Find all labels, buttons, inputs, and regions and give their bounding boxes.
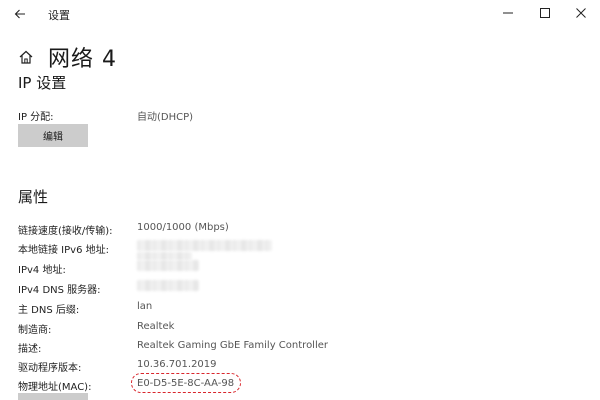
- close-icon: [576, 8, 586, 18]
- mac-address-highlight: [131, 373, 241, 393]
- settings-window: 设置 网络 4 IP 设置 IP 分配: 自动(DHCP) 编辑 属性 链接速度…: [0, 0, 600, 400]
- maximize-icon: [540, 8, 550, 18]
- ipv4-dns-redacted: [137, 280, 199, 291]
- ipv6-address-label: 本地链接 IPv6 地址:: [18, 245, 109, 256]
- close-button[interactable]: [567, 1, 595, 25]
- window-title: 设置: [48, 9, 70, 22]
- edit-button[interactable]: 编辑: [18, 124, 88, 147]
- link-speed-label: 链接速度(接收/传输):: [18, 226, 113, 237]
- title-bar: 设置: [0, 0, 600, 30]
- minimize-button[interactable]: [494, 1, 522, 25]
- ipv4-address-redacted: [137, 260, 199, 271]
- ipv6-address-redacted-2: [137, 252, 192, 260]
- manufacturer-value: Realtek: [137, 321, 175, 332]
- driver-version-label: 驱动程序版本:: [18, 363, 82, 374]
- dns-suffix-value: lan: [137, 301, 153, 312]
- properties-heading: 属性: [18, 188, 49, 206]
- minimize-icon: [503, 12, 513, 14]
- ipv6-address-redacted: [137, 240, 272, 251]
- ipv4-address-label: IPv4 地址:: [18, 265, 66, 276]
- ipv4-dns-label: IPv4 DNS 服务器:: [18, 285, 101, 296]
- link-speed-value: 1000/1000 (Mbps): [137, 222, 229, 233]
- page-title: 网络 4: [48, 47, 117, 72]
- back-button[interactable]: [8, 3, 32, 25]
- page-header: 网络 4: [18, 42, 117, 72]
- ip-assignment-value: 自动(DHCP): [137, 112, 194, 123]
- ip-settings-heading: IP 设置: [18, 74, 67, 92]
- description-label: 描述:: [18, 344, 42, 355]
- copy-button[interactable]: [18, 393, 88, 400]
- mac-address-label: 物理地址(MAC):: [18, 382, 92, 393]
- driver-version-value: 10.36.701.2019: [137, 359, 217, 370]
- maximize-button[interactable]: [531, 1, 559, 25]
- home-icon[interactable]: [18, 48, 36, 66]
- manufacturer-label: 制造商:: [18, 325, 52, 336]
- description-value: Realtek Gaming GbE Family Controller: [137, 340, 329, 351]
- ip-assignment-label: IP 分配:: [18, 112, 54, 123]
- dns-suffix-label: 主 DNS 后缀:: [18, 305, 80, 316]
- arrow-left-icon: [14, 9, 25, 19]
